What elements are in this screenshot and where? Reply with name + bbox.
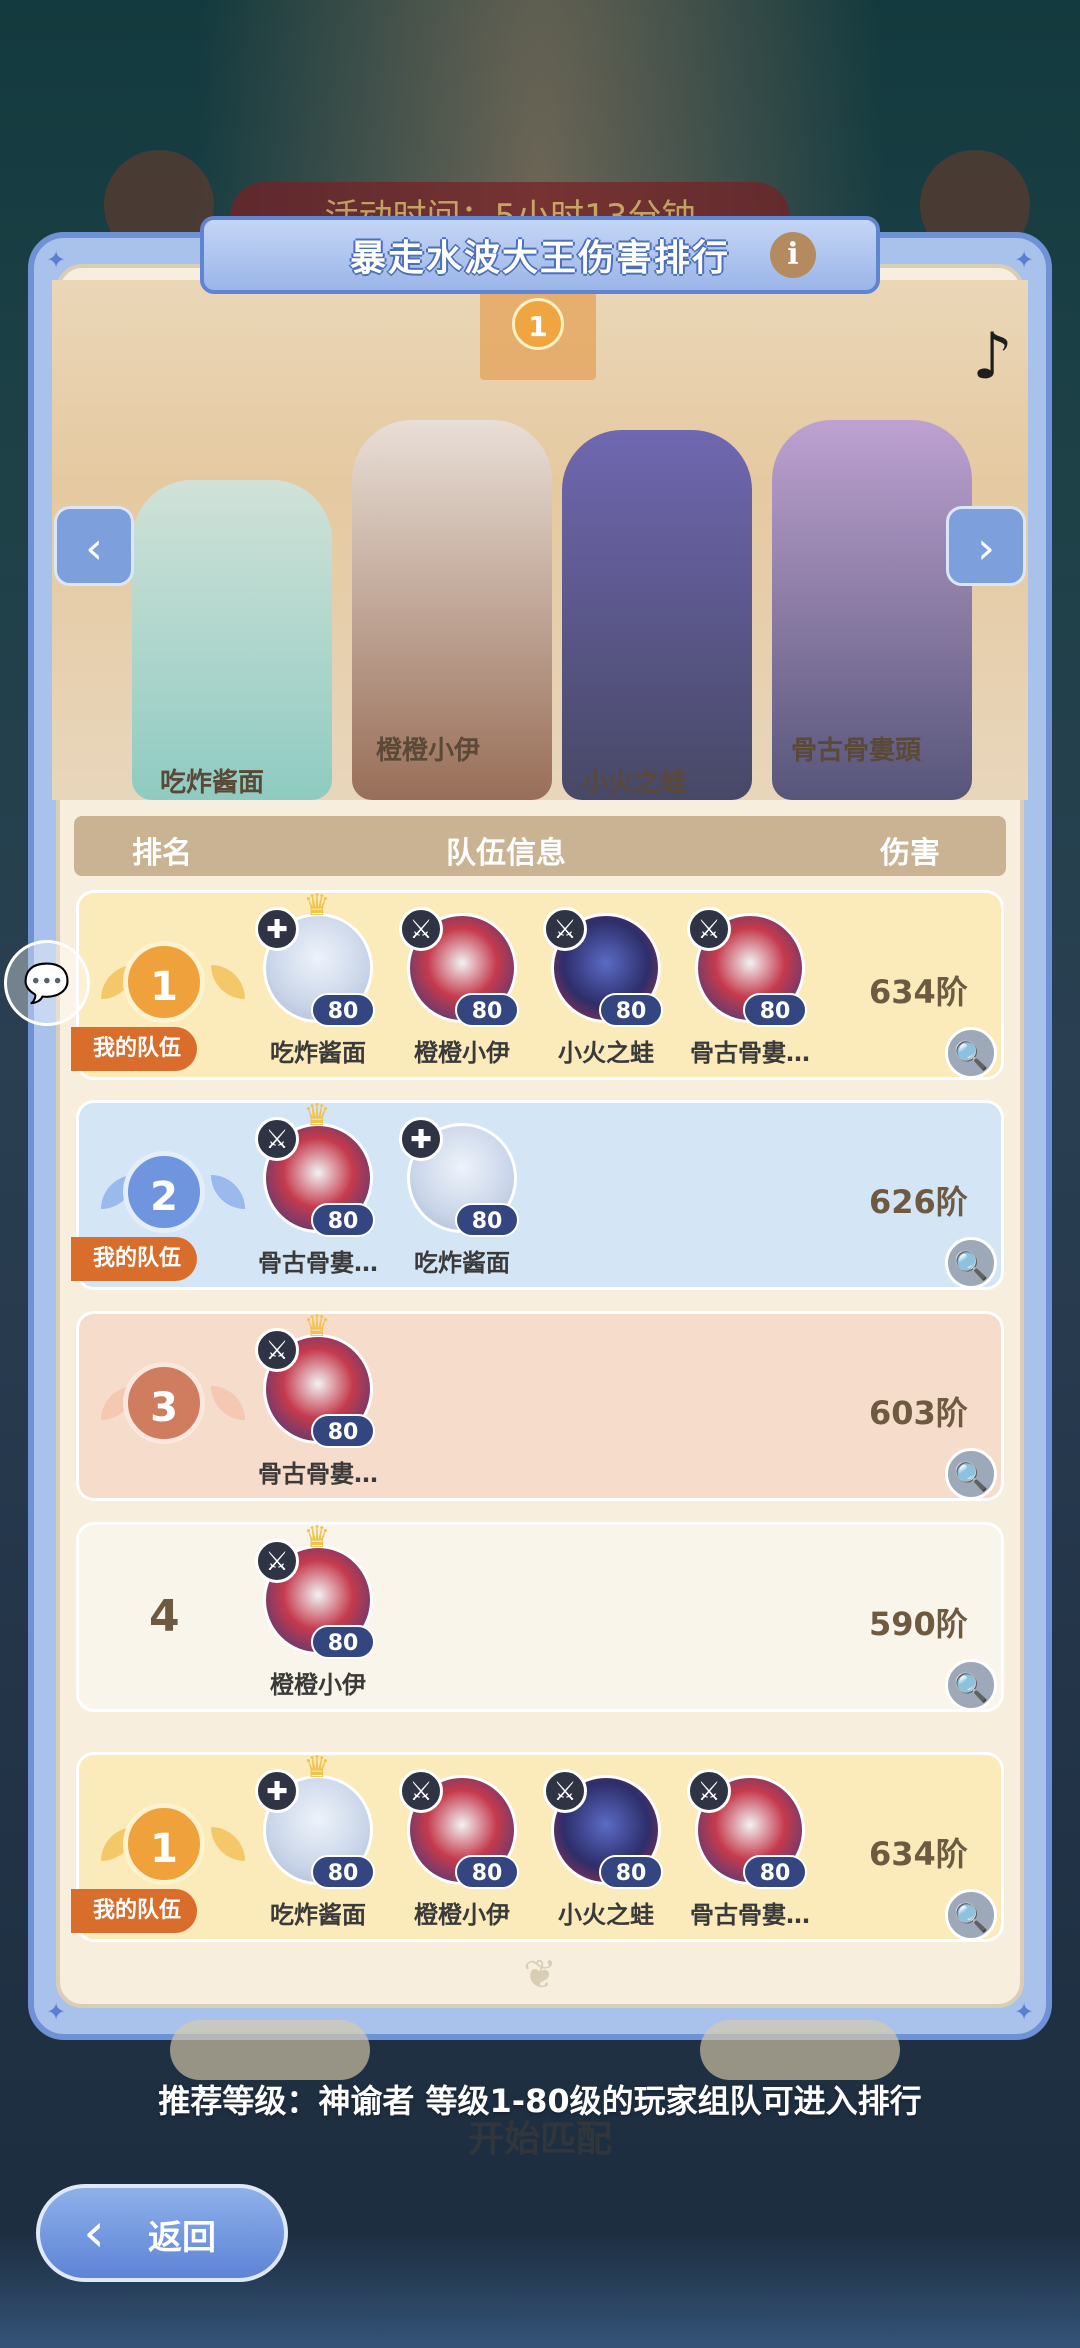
member-level: 80 bbox=[743, 1855, 807, 1889]
panel-title: 暴走水波大王伤害排行 bbox=[349, 238, 730, 279]
rank-medal: 1 bbox=[123, 941, 205, 1023]
my-team-row[interactable]: 1 我的队伍 ♛ ✚ 80 吃炸酱面 ⚔ 80 橙橙小伊 ⚔ 80 小火之蛙 ⚔… bbox=[71, 1750, 1004, 1942]
member-name: 骨古骨婁… bbox=[258, 1460, 378, 1488]
zoom-icon[interactable]: 🔍 bbox=[945, 1448, 997, 1500]
member-name: 小火之蛙 bbox=[558, 1039, 654, 1067]
top-rank-medal: 1 bbox=[512, 298, 564, 350]
class-icon: ⚔ bbox=[255, 1117, 299, 1161]
damage-value: 634阶 bbox=[869, 973, 968, 1011]
member-name: 橙橙小伊 bbox=[414, 1901, 510, 1929]
member-level: 80 bbox=[599, 1855, 663, 1889]
corner-ornament: ✦ bbox=[45, 246, 67, 274]
medal-wing bbox=[211, 1827, 245, 1861]
medal-wing bbox=[211, 1386, 245, 1420]
damage-value: 603阶 bbox=[869, 1394, 968, 1432]
member-level: 80 bbox=[455, 1855, 519, 1889]
back-arrow-icon: ‹ bbox=[83, 2201, 105, 2264]
my-team-badge: 我的队伍 bbox=[71, 1889, 198, 1933]
corner-ornament: ✦ bbox=[1013, 246, 1035, 274]
crown-icon: ♛ bbox=[303, 1309, 331, 1344]
next-arrow-button[interactable]: › bbox=[946, 506, 1026, 586]
member-name: 骨古骨婁… bbox=[258, 1249, 378, 1277]
prev-arrow-button[interactable]: ‹ bbox=[54, 506, 134, 586]
member-name: 橙橙小伊 bbox=[270, 1671, 366, 1699]
zoom-icon[interactable]: 🔍 bbox=[945, 1659, 997, 1711]
member-level: 80 bbox=[311, 1855, 375, 1889]
corner-ornament: ✦ bbox=[1013, 1998, 1035, 2026]
crown-icon: ♛ bbox=[303, 1520, 331, 1555]
hero-name: 橙橙小伊 bbox=[375, 736, 480, 766]
member-name: 吃炸酱面 bbox=[414, 1249, 510, 1277]
member-level: 80 bbox=[311, 1414, 375, 1448]
member-level: 80 bbox=[311, 993, 375, 1027]
class-icon: ⚔ bbox=[399, 907, 443, 951]
member-level: 80 bbox=[599, 993, 663, 1027]
chat-icon[interactable]: 💬 bbox=[4, 940, 90, 1026]
my-team-badge: 我的队伍 bbox=[71, 1027, 198, 1071]
member-name: 骨古骨婁… bbox=[690, 1039, 810, 1067]
rank-number: 4 bbox=[149, 1591, 180, 1642]
header-team: 队伍信息 bbox=[446, 836, 566, 871]
class-icon: ✚ bbox=[399, 1117, 443, 1161]
member-name: 橙橙小伊 bbox=[414, 1039, 510, 1067]
class-icon: ⚔ bbox=[687, 1769, 731, 1813]
hero-name: 吃炸酱面 bbox=[159, 768, 264, 798]
rank-medal: 2 bbox=[123, 1151, 205, 1233]
member-name: 吃炸酱面 bbox=[270, 1901, 366, 1929]
start-match-button[interactable]: 开始匹配 bbox=[400, 2110, 680, 2162]
table-row[interactable]: 1 我的队伍 ♛ ✚ 80 吃炸酱面 ⚔ 80 橙橙小伊 ⚔ 80 小火之蛙 ⚔… bbox=[71, 888, 1004, 1080]
corner-ornament: ✦ bbox=[45, 1998, 67, 2026]
damage-value: 590阶 bbox=[869, 1605, 968, 1643]
hero-name: 骨古骨婁頭 bbox=[790, 736, 921, 766]
member-level: 80 bbox=[743, 993, 807, 1027]
behind-button bbox=[170, 2020, 370, 2080]
table-row[interactable]: 2 我的队伍 ♛ ⚔ 80 骨古骨婁… ✚ 80 吃炸酱面 626阶 🔍 bbox=[71, 1098, 1004, 1290]
member-name: 吃炸酱面 bbox=[270, 1039, 366, 1067]
class-icon: ⚔ bbox=[255, 1539, 299, 1583]
class-icon: ✚ bbox=[255, 1769, 299, 1813]
character-figure bbox=[132, 480, 332, 800]
class-icon: ⚔ bbox=[687, 907, 731, 951]
class-icon: ⚔ bbox=[543, 907, 587, 951]
header-damage: 伤害 bbox=[880, 836, 940, 871]
member-level: 80 bbox=[455, 1203, 519, 1237]
class-icon: ⚔ bbox=[255, 1328, 299, 1372]
character-figure bbox=[562, 430, 752, 800]
member-level: 80 bbox=[311, 1625, 375, 1659]
rank-medal: 1 bbox=[123, 1803, 205, 1885]
zoom-icon[interactable]: 🔍 bbox=[945, 1237, 997, 1289]
table-row[interactable]: 4 ♛ ⚔ 80 橙橙小伊 590阶 🔍 bbox=[76, 1522, 1004, 1712]
member-level: 80 bbox=[455, 993, 519, 1027]
rank-medal: 3 bbox=[123, 1362, 205, 1444]
medal-wing bbox=[211, 1175, 245, 1209]
crown-icon: ♛ bbox=[303, 888, 331, 923]
back-button[interactable]: ‹ 返回 bbox=[36, 2184, 288, 2282]
table-header: 排名 队伍信息 伤害 bbox=[74, 816, 1006, 876]
crown-icon: ♛ bbox=[303, 1098, 331, 1133]
table-row[interactable]: 3 ♛ ⚔ 80 骨古骨婁… 603阶 🔍 bbox=[76, 1311, 1004, 1501]
damage-value: 634阶 bbox=[869, 1835, 968, 1873]
member-level: 80 bbox=[311, 1203, 375, 1237]
bottom-ornament: ❦ bbox=[523, 1952, 557, 1998]
behind-button bbox=[700, 2020, 900, 2080]
class-icon: ✚ bbox=[255, 907, 299, 951]
crown-icon: ♛ bbox=[303, 1750, 331, 1785]
zoom-icon[interactable]: 🔍 bbox=[945, 1027, 997, 1079]
music-note-icon: ♪ bbox=[972, 320, 1013, 394]
member-name: 骨古骨婁… bbox=[690, 1901, 810, 1929]
class-icon: ⚔ bbox=[543, 1769, 587, 1813]
zoom-icon[interactable]: 🔍 bbox=[945, 1889, 997, 1941]
back-label: 返回 bbox=[148, 2218, 216, 2258]
info-icon[interactable]: i bbox=[770, 232, 816, 278]
header-rank: 排名 bbox=[132, 836, 192, 871]
hero-name: 小火之蛙 bbox=[581, 768, 686, 798]
damage-value: 626阶 bbox=[869, 1183, 968, 1221]
medal-wing bbox=[211, 965, 245, 999]
member-name: 小火之蛙 bbox=[558, 1901, 654, 1929]
class-icon: ⚔ bbox=[399, 1769, 443, 1813]
my-team-badge: 我的队伍 bbox=[71, 1237, 198, 1281]
